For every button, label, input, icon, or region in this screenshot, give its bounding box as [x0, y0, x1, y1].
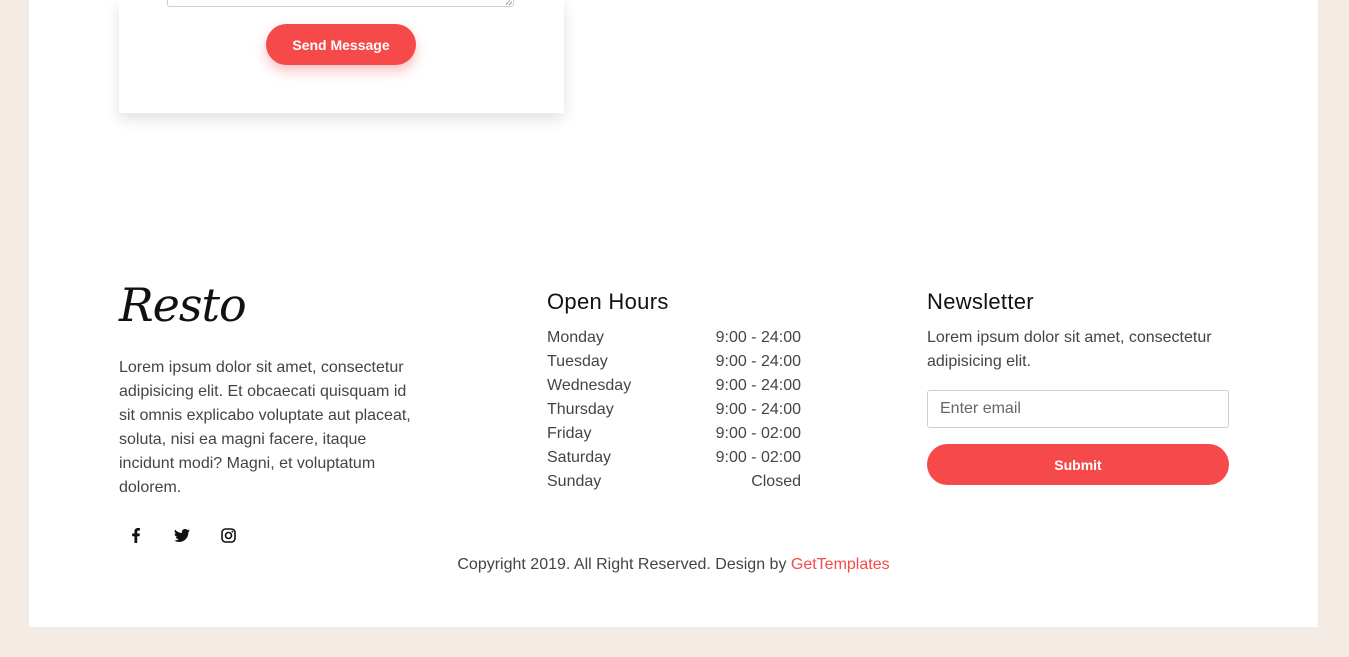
hours-day: Thursday — [547, 401, 614, 418]
hours-time: 9:00 - 24:00 — [715, 377, 801, 394]
hours-day: Sunday — [547, 473, 602, 490]
message-textarea[interactable] — [167, 0, 514, 7]
hours-day: Saturday — [547, 449, 612, 466]
hours-row: Saturday 9:00 - 02:00 — [547, 446, 801, 470]
hours-row: Friday 9:00 - 02:00 — [547, 422, 801, 446]
about-text: Lorem ipsum dolor sit amet, consectetur … — [119, 359, 411, 496]
hours-row: Tuesday 9:00 - 24:00 — [547, 350, 801, 374]
hours-time: 9:00 - 02:00 — [715, 449, 801, 466]
hours-time: 9:00 - 24:00 — [715, 329, 801, 346]
open-hours-title: Open Hours — [547, 289, 669, 314]
hours-time: 9:00 - 02:00 — [715, 425, 801, 442]
newsletter-text: Lorem ipsum dolor sit amet, consectetur … — [927, 329, 1212, 370]
hours-day: Wednesday — [547, 377, 632, 394]
hours-row: Thursday 9:00 - 24:00 — [547, 398, 801, 422]
brand-logo[interactable]: Resto — [119, 282, 247, 328]
page-content: Send Message Resto Lorem ipsum dolor sit… — [29, 0, 1318, 627]
hours-row: Sunday Closed — [547, 470, 801, 494]
send-message-button[interactable]: Send Message — [266, 24, 416, 65]
submit-button[interactable]: Submit — [927, 444, 1229, 485]
hours-time: 9:00 - 24:00 — [715, 401, 801, 418]
social-links — [125, 524, 239, 546]
contact-form-card: Send Message — [119, 0, 564, 113]
resize-handle-icon[interactable] — [506, 0, 512, 5]
email-input[interactable] — [927, 390, 1229, 428]
hours-time: Closed — [751, 473, 801, 490]
copyright-text: Copyright 2019. All Right Reserved. Desi… — [457, 556, 791, 573]
facebook-icon[interactable] — [125, 524, 147, 546]
hours-day: Friday — [547, 425, 592, 442]
hours-row: Monday 9:00 - 24:00 — [547, 326, 801, 350]
newsletter-title: Newsletter — [927, 289, 1034, 314]
credit-link[interactable]: GetTemplates — [791, 556, 890, 573]
hours-time: 9:00 - 24:00 — [715, 353, 801, 370]
hours-day: Monday — [547, 329, 604, 346]
instagram-icon[interactable] — [217, 524, 239, 546]
open-hours-table: Monday 9:00 - 24:00 Tuesday 9:00 - 24:00 W… — [547, 326, 801, 494]
hours-row: Wednesday 9:00 - 24:00 — [547, 374, 801, 398]
hours-day: Tuesday — [547, 353, 608, 370]
copyright: Copyright 2019. All Right Reserved. Desi… — [29, 556, 1318, 574]
twitter-icon[interactable] — [171, 524, 193, 546]
